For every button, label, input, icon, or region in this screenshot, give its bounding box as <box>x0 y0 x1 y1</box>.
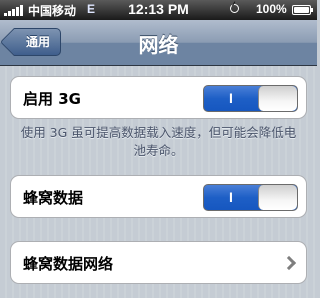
cellular-data-toggle[interactable]: I <box>203 184 298 211</box>
cellular-network-cell[interactable]: 蜂窝数据网络 <box>10 241 307 284</box>
navigation-bar: 通用 网络 <box>0 20 317 66</box>
rotation-lock-icon <box>230 4 239 13</box>
cellular-data-cell: 蜂窝数据 I <box>10 175 307 218</box>
enable-3g-label: 启用 3G <box>23 90 81 108</box>
cellular-network-label: 蜂窝数据网络 <box>23 255 114 273</box>
battery-icon <box>292 5 311 15</box>
page-title: 网络 <box>138 33 179 57</box>
toggle-knob[interactable] <box>258 86 297 111</box>
enable-3g-cell: 启用 3G I <box>10 76 307 119</box>
3g-footer-note: 使用 3G 虽可提高数据载入速度，但可能会降低电池寿命。 <box>20 125 297 158</box>
cellular-data-label: 蜂窝数据 <box>23 189 84 207</box>
toggle-knob[interactable] <box>258 185 297 210</box>
battery-percentage: 100% <box>256 2 287 16</box>
chevron-right-icon <box>281 255 297 271</box>
status-bar: 中国移动 E 12:13 PM 100% <box>0 0 317 20</box>
enable-3g-toggle[interactable]: I <box>203 85 298 112</box>
toggle-on-mark: I <box>229 189 233 205</box>
toggle-on-mark: I <box>229 90 233 106</box>
